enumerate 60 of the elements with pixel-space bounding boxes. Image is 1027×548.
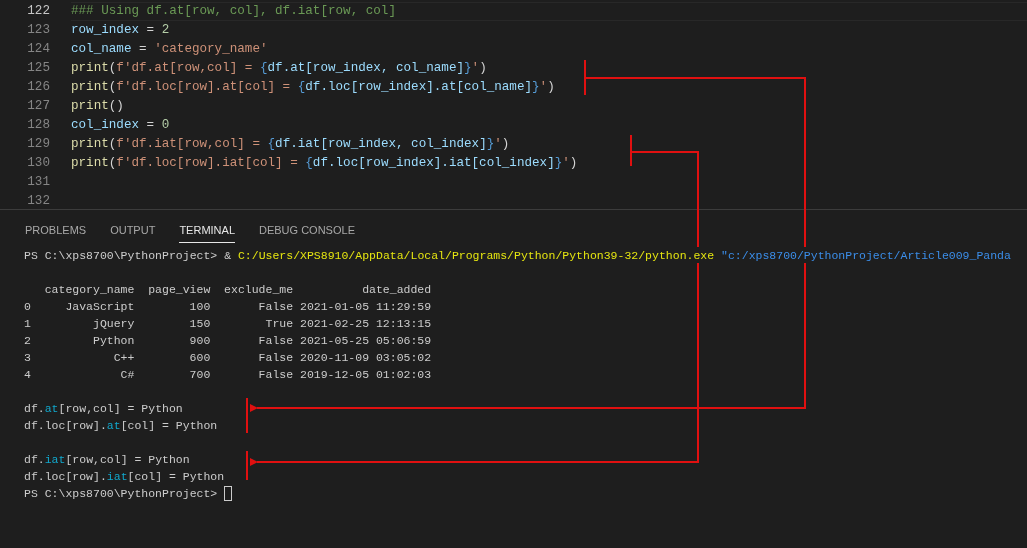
line-number: 131: [26, 174, 50, 192]
panel-tab[interactable]: PROBLEMS: [25, 220, 87, 243]
text-cursor: [224, 486, 233, 501]
panel-tab[interactable]: TERMINAL: [179, 220, 235, 243]
line-number: 126: [26, 79, 50, 97]
line-number: 128: [26, 117, 50, 135]
code-line: print(f'df.loc[row].at[col] = {df.loc[row_index].at[col_name]}'): [71, 79, 555, 97]
table-cell: 900: [189, 334, 211, 347]
line-number: 129: [26, 136, 50, 154]
row-index: 3: [24, 350, 31, 366]
table-cell: 600: [189, 351, 211, 364]
table-cell: 2021-01-05 11:29:59: [300, 300, 432, 313]
table-cell: False: [258, 351, 294, 364]
output-line: df.at[row,col] = Python: [24, 402, 183, 415]
line-number: 122: [26, 3, 50, 21]
column-header: exclude_me: [224, 283, 294, 296]
terminal-prompt: PS C:\xps8700\PythonProject>: [24, 486, 218, 502]
table-cell: False: [258, 334, 294, 347]
terminal-command: PS C:\xps8700\PythonProject> & C:/Users/XPS8910/AppData/Local/Programs/Python/Python39-32/python.exe "c:/xps8700/PythonProject/Article009_Panda: [24, 249, 1011, 262]
code-line: row_index = 2: [71, 22, 170, 40]
output-line: df.loc[row].at[col] = Python: [24, 419, 218, 432]
code-line: print(f'df.at[row,col] = {df.at[row_index, col_name]}'): [71, 60, 487, 78]
table-cell: jQuery: [93, 317, 135, 330]
row-index: 1: [24, 316, 31, 332]
output-line: df.iat[row,col] = Python: [24, 453, 190, 466]
table-cell: Python: [93, 334, 135, 347]
table-cell: False: [258, 300, 294, 313]
table-cell: 2020-11-09 03:05:02: [300, 351, 432, 364]
panel-tab[interactable]: OUTPUT: [110, 220, 156, 243]
row-index: 4: [24, 367, 31, 383]
column-header: category_name: [44, 283, 135, 296]
line-number: 132: [26, 193, 50, 211]
code-line: print(f'df.loc[row].iat[col] = {df.loc[row_index].iat[col_index]}'): [71, 155, 578, 173]
table-cell: 2019-12-05 01:02:03: [300, 368, 432, 381]
table-cell: 700: [189, 368, 211, 381]
table-cell: C++: [113, 351, 135, 364]
line-number: 130: [26, 155, 50, 173]
line-number: 124: [26, 41, 50, 59]
line-number: 123: [26, 22, 50, 40]
row-index: 0: [24, 299, 31, 315]
code-line: ### Using df.at[row, col], df.iat[row, col]: [71, 3, 396, 21]
code-line: col_index = 0: [71, 117, 170, 135]
panel-tab[interactable]: DEBUG CONSOLE: [259, 220, 355, 243]
table-cell: 2021-02-25 12:13:15: [300, 317, 432, 330]
column-header: date_added: [362, 283, 432, 296]
table-cell: C#: [120, 368, 135, 381]
table-cell: True: [265, 317, 294, 330]
code-line: print(): [71, 98, 124, 116]
line-number: 127: [26, 98, 50, 116]
table-cell: 150: [189, 317, 211, 330]
output-line: df.loc[row].iat[col] = Python: [24, 470, 225, 483]
line-number: 125: [26, 60, 50, 78]
table-cell: False: [258, 368, 294, 381]
row-index: 2: [24, 333, 31, 349]
table-cell: JavaScript: [65, 300, 135, 313]
table-cell: 100: [189, 300, 211, 313]
table-cell: 2021-05-25 05:06:59: [300, 334, 432, 347]
code-line: col_name = 'category_name': [71, 41, 268, 59]
column-header: page_view: [148, 283, 211, 296]
code-line: print(f'df.iat[row,col] = {df.iat[row_index, col_index]}'): [71, 136, 510, 154]
